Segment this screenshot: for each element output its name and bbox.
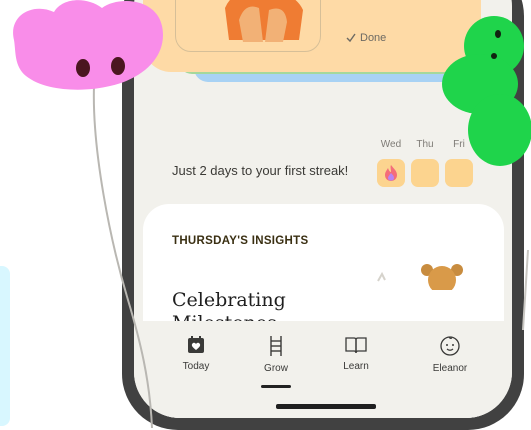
green-blob-sticker xyxy=(442,16,531,166)
pink-flower-sticker xyxy=(13,0,163,90)
